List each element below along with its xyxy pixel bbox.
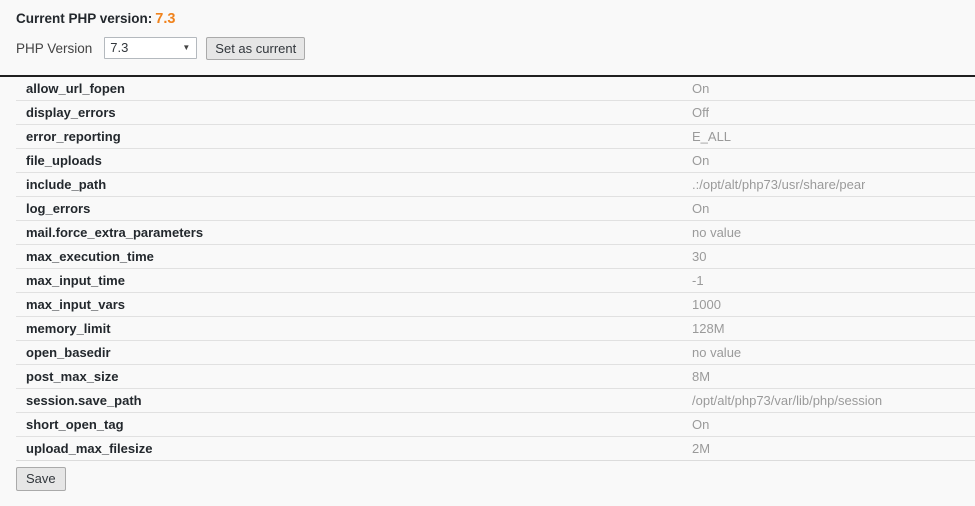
setting-value[interactable]: 30 <box>692 249 706 264</box>
setting-value[interactable]: 128M <box>692 321 725 336</box>
settings-row: file_uploads On <box>16 149 975 173</box>
setting-name: mail.force_extra_parameters <box>26 225 204 240</box>
settings-row: short_open_tag On <box>16 413 975 437</box>
setting-value[interactable]: 2M <box>692 441 710 456</box>
setting-name: max_execution_time <box>26 249 154 264</box>
save-button[interactable]: Save <box>16 467 66 491</box>
setting-name: display_errors <box>26 105 116 120</box>
current-php-version-value: 7.3 <box>155 11 176 27</box>
settings-row: allow_url_fopen On <box>16 77 975 101</box>
setting-name: upload_max_filesize <box>26 441 153 456</box>
setting-name: open_basedir <box>26 345 111 360</box>
setting-name: session.save_path <box>26 393 142 408</box>
settings-row: session.save_path/opt/alt/php73/var/lib/… <box>16 389 975 413</box>
setting-value[interactable]: .:/opt/alt/php73/usr/share/pear <box>692 177 865 192</box>
settings-row: display_errors Off <box>16 101 975 125</box>
setting-name: include_path <box>26 177 107 192</box>
settings-row: include_path .:/opt/alt/php73/usr/share/p… <box>16 173 975 197</box>
settings-row: post_max_size 8M <box>16 365 975 389</box>
php-version-label: PHP Version <box>16 40 93 56</box>
setting-name: error_reporting <box>26 129 121 144</box>
settings-row: max_input_vars 1000 <box>16 293 975 317</box>
settings-row: open_basedir no value <box>16 341 975 365</box>
php-version-select-value: 7.3 <box>110 40 129 55</box>
set-as-current-button[interactable]: Set as current <box>206 36 306 60</box>
settings-row: upload_max_filesize 2M <box>16 437 975 461</box>
setting-value[interactable]: -1 <box>692 273 704 288</box>
settings-row: log_errors On <box>16 197 975 221</box>
settings-row: error_reporting E_ALL <box>16 125 975 149</box>
php-version-selector-row: PHP Version 7.3 ▼ Set as current <box>0 27 975 61</box>
setting-name: allow_url_fopen <box>26 81 125 96</box>
setting-name: log_errors <box>26 201 91 216</box>
setting-value[interactable]: E_ALL <box>692 129 731 144</box>
current-php-version-heading: Current PHP version: 7.3 <box>0 0 975 27</box>
settings-row: mail.force_extra_parameters no value <box>16 221 975 245</box>
setting-value[interactable]: no value <box>692 345 741 360</box>
setting-name: file_uploads <box>26 153 102 168</box>
settings-row: memory_limit 128M <box>16 317 975 341</box>
setting-name: short_open_tag <box>26 417 124 432</box>
setting-value[interactable]: no value <box>692 225 741 240</box>
setting-value[interactable]: Off <box>692 105 709 120</box>
current-php-version-label: Current PHP version: <box>16 11 153 26</box>
setting-name: post_max_size <box>26 369 119 384</box>
save-row: Save <box>0 461 975 491</box>
setting-name: max_input_time <box>26 273 125 288</box>
setting-name: max_input_vars <box>26 297 125 312</box>
setting-value[interactable]: /opt/alt/php73/var/lib/php/session <box>692 393 882 408</box>
setting-value[interactable]: On <box>692 417 709 432</box>
setting-value[interactable]: On <box>692 153 709 168</box>
php-version-select[interactable]: 7.3 ▼ <box>104 37 198 59</box>
php-settings-table: allow_url_fopen On display_errors Off error_… <box>0 75 975 461</box>
settings-row: max_execution_time 30 <box>16 245 975 269</box>
setting-value[interactable]: On <box>692 201 709 216</box>
setting-value[interactable]: On <box>692 81 709 96</box>
chevron-down-icon: ▼ <box>182 43 191 52</box>
setting-name: memory_limit <box>26 321 111 336</box>
setting-value[interactable]: 1000 <box>692 297 721 312</box>
setting-value[interactable]: 8M <box>692 369 710 384</box>
settings-row: max_input_time -1 <box>16 269 975 293</box>
